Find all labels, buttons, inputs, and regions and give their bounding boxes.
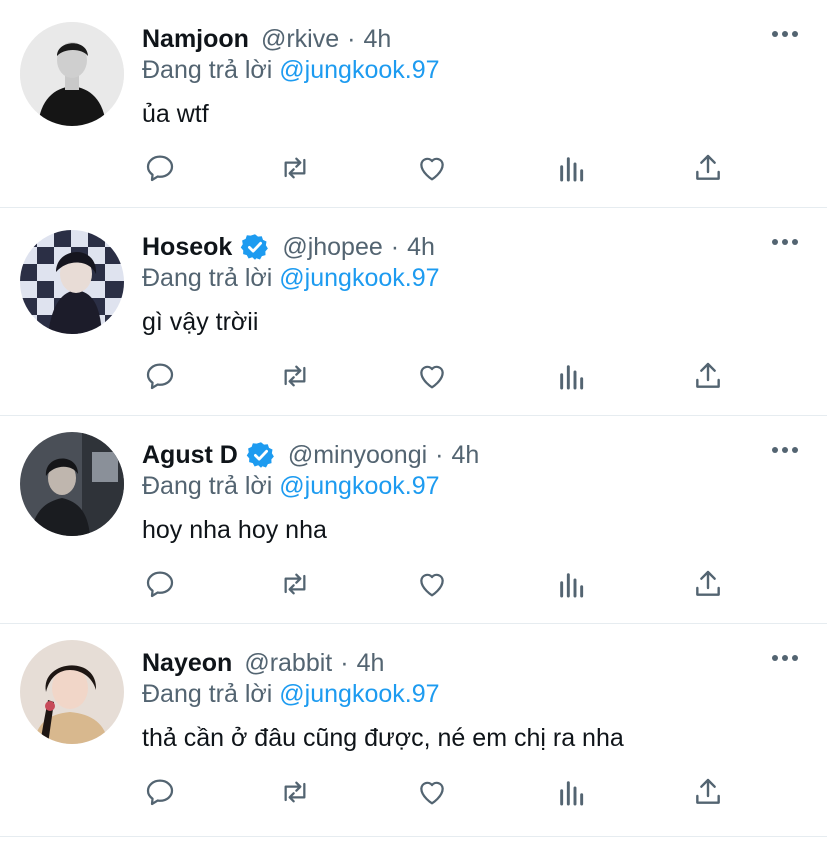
share-button[interactable]	[688, 564, 728, 604]
share-button[interactable]	[688, 148, 728, 188]
reply-icon	[146, 363, 174, 390]
avatar[interactable]	[20, 640, 124, 744]
retweet-icon	[284, 365, 306, 387]
username[interactable]: @rkive	[261, 25, 339, 54]
display-name[interactable]: Hoseok	[142, 233, 232, 262]
analytics-button[interactable]	[551, 564, 591, 604]
reply-icon	[146, 571, 174, 598]
share-icon	[696, 154, 720, 180]
mention-link[interactable]: @jungkook.97	[279, 264, 439, 292]
share-icon	[696, 778, 720, 804]
tweet-text: gì vậy trờii	[142, 308, 259, 336]
avatar[interactable]	[20, 230, 124, 334]
replying-to: Đang trả lời @jungkook.97	[142, 264, 440, 293]
analytics-icon	[560, 573, 584, 598]
retweet-button[interactable]	[275, 564, 315, 604]
share-icon	[696, 362, 720, 388]
share-button[interactable]	[688, 356, 728, 396]
mention-link[interactable]: @jungkook.97	[279, 472, 439, 500]
reply-button[interactable]	[140, 148, 180, 188]
separator: ·	[435, 440, 444, 469]
more-options-icon[interactable]	[771, 444, 799, 456]
timestamp[interactable]: 4h	[407, 233, 435, 262]
replying-to-label: Đang trả lời	[142, 472, 273, 500]
verified-badge-icon	[246, 442, 274, 468]
replying-to-label: Đang trả lời	[142, 680, 273, 708]
replying-to: Đang trả lời @jungkook.97	[142, 680, 440, 709]
reply-button[interactable]	[140, 772, 180, 812]
tweet-text: ủa wtf	[142, 100, 209, 128]
retweet-icon	[284, 573, 306, 595]
action-bar	[140, 772, 740, 812]
like-button[interactable]	[412, 148, 452, 188]
tweet[interactable]: Hoseok @jhopee · 4h Đang trả lời @jungko…	[0, 208, 827, 416]
more-options-icon[interactable]	[771, 28, 799, 40]
replying-to-label: Đang trả lời	[142, 264, 273, 292]
retweet-button[interactable]	[275, 148, 315, 188]
analytics-icon	[560, 157, 584, 182]
tweet-text: hoy nha hoy nha	[142, 516, 327, 544]
replying-to-label: Đang trả lời	[142, 56, 273, 84]
display-name[interactable]: Agust D	[142, 441, 238, 470]
retweet-icon	[284, 157, 306, 179]
timestamp[interactable]: 4h	[363, 25, 391, 54]
replying-to: Đang trả lời @jungkook.97	[142, 472, 440, 501]
more-options-icon[interactable]	[771, 652, 799, 664]
username[interactable]: @minyoongi	[288, 441, 427, 470]
avatar[interactable]	[20, 22, 124, 126]
username[interactable]: @jhopee	[282, 233, 382, 262]
tweet-text: thả cần ở đâu cũng được, né em chị ra nh…	[142, 724, 624, 752]
retweet-button[interactable]	[275, 772, 315, 812]
display-name[interactable]: Nayeon	[142, 649, 232, 678]
separator: ·	[347, 24, 356, 53]
verified-badge-icon	[241, 234, 269, 260]
retweet-icon	[284, 781, 306, 803]
timestamp[interactable]: 4h	[357, 649, 385, 678]
separator: ·	[390, 232, 400, 261]
tweet-header: Agust D @minyoongi · 4h	[142, 438, 479, 472]
reply-button[interactable]	[140, 564, 180, 604]
like-button[interactable]	[412, 356, 452, 396]
timestamp[interactable]: 4h	[452, 441, 480, 470]
tweet-header: Namjoon @rkive · 4h	[142, 22, 391, 56]
display-name[interactable]: Namjoon	[142, 25, 249, 54]
reply-button[interactable]	[140, 356, 180, 396]
replying-to: Đang trả lời @jungkook.97	[142, 56, 440, 85]
tweet-header: Nayeon @rabbit · 4h	[142, 646, 384, 680]
like-button[interactable]	[412, 564, 452, 604]
analytics-button[interactable]	[551, 772, 591, 812]
reply-icon	[146, 155, 174, 182]
analytics-button[interactable]	[551, 356, 591, 396]
heart-icon	[420, 157, 444, 181]
tweet[interactable]: Namjoon @rkive · 4h Đang trả lời @jungko…	[0, 0, 827, 208]
retweet-button[interactable]	[275, 356, 315, 396]
heart-icon	[420, 573, 444, 597]
action-bar	[140, 356, 740, 396]
analytics-icon	[560, 781, 584, 806]
reply-icon	[146, 779, 174, 806]
tweet[interactable]: Agust D @minyoongi · 4h Đang trả lời @ju…	[0, 416, 827, 624]
mention-link[interactable]: @jungkook.97	[279, 680, 439, 708]
more-options-icon[interactable]	[771, 236, 799, 248]
analytics-button[interactable]	[551, 148, 591, 188]
heart-icon	[420, 365, 444, 389]
separator: ·	[340, 648, 349, 677]
mention-link[interactable]: @jungkook.97	[279, 56, 439, 84]
share-button[interactable]	[688, 772, 728, 812]
like-button[interactable]	[412, 772, 452, 812]
share-icon	[696, 570, 720, 596]
username[interactable]: @rabbit	[244, 649, 332, 678]
analytics-icon	[560, 365, 584, 390]
tweet-header: Hoseok @jhopee · 4h	[142, 230, 435, 264]
action-bar	[140, 564, 740, 604]
tweet[interactable]: Nayeon @rabbit · 4h Đang trả lời @jungko…	[0, 624, 827, 837]
avatar[interactable]	[20, 432, 124, 536]
heart-icon	[420, 781, 444, 805]
action-bar	[140, 148, 740, 188]
